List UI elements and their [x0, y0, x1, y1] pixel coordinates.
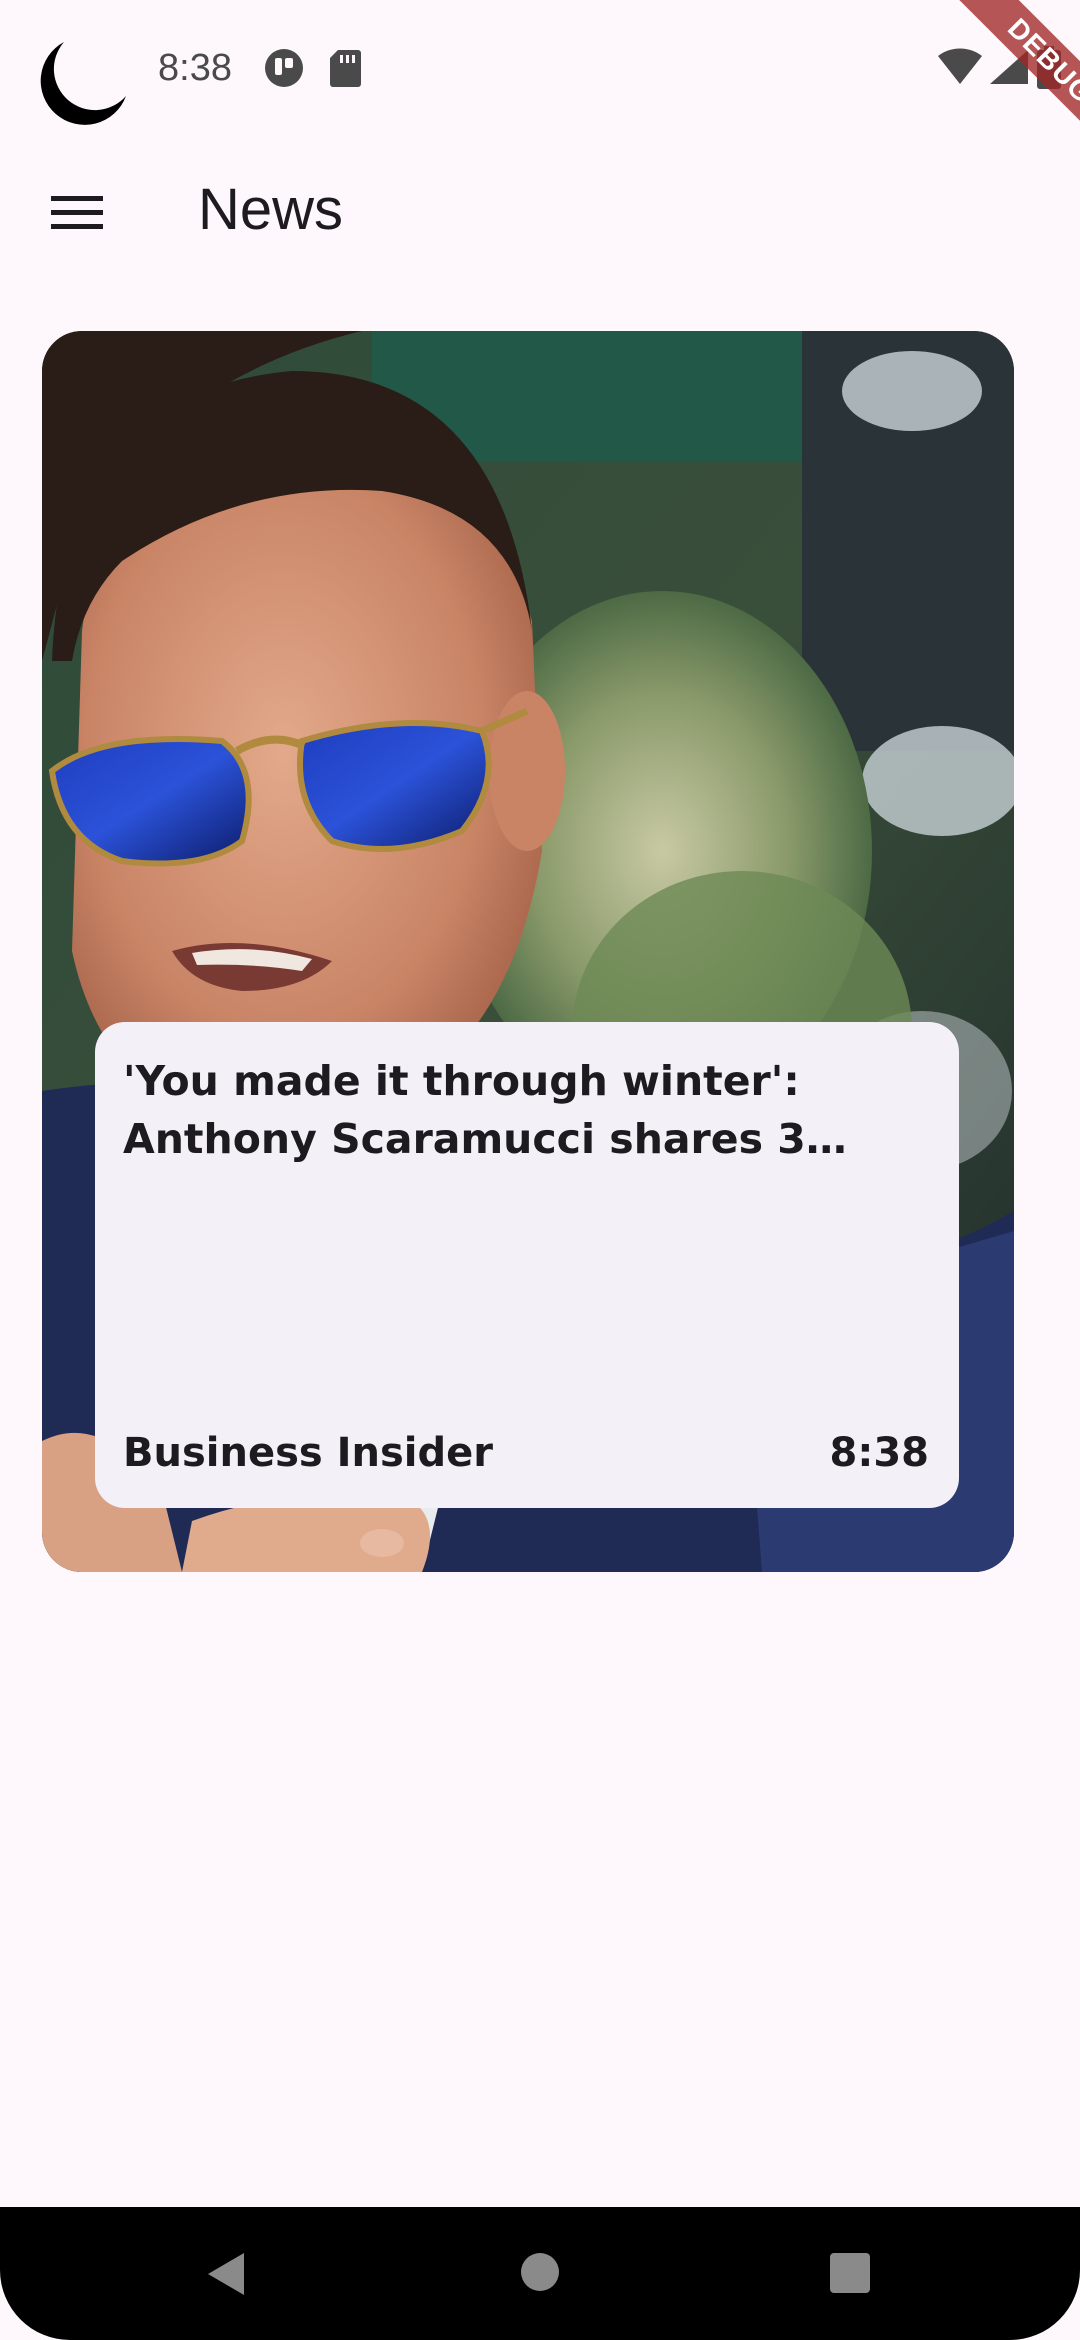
home-icon[interactable] [520, 2252, 560, 2292]
page-title: News [198, 177, 344, 242]
app-bar: News [0, 150, 1080, 276]
news-time: 8:38 [829, 1430, 930, 1476]
signal-icon [990, 50, 1028, 84]
sd-card-icon [330, 50, 361, 87]
battery-icon [1037, 46, 1061, 89]
news-source: Business Insider [123, 1430, 493, 1476]
back-icon[interactable] [204, 2251, 250, 2297]
moon-icon [40, 42, 126, 125]
news-card[interactable]: 'You made it through winter': Anthony Sc… [42, 331, 1014, 1572]
navigation-bar [0, 2207, 1080, 2340]
wifi-icon [938, 48, 982, 84]
sim-icon [265, 49, 303, 87]
recents-icon[interactable] [829, 2252, 871, 2294]
news-overlay: 'You made it through winter': Anthony Sc… [95, 1022, 959, 1508]
menu-button[interactable] [30, 175, 124, 251]
menu-icon [51, 196, 103, 229]
status-time: 8:38 [158, 47, 232, 89]
status-bar: 8:38 DEBUG [0, 0, 1080, 160]
news-headline: 'You made it through winter': Anthony Sc… [123, 1057, 806, 1163]
